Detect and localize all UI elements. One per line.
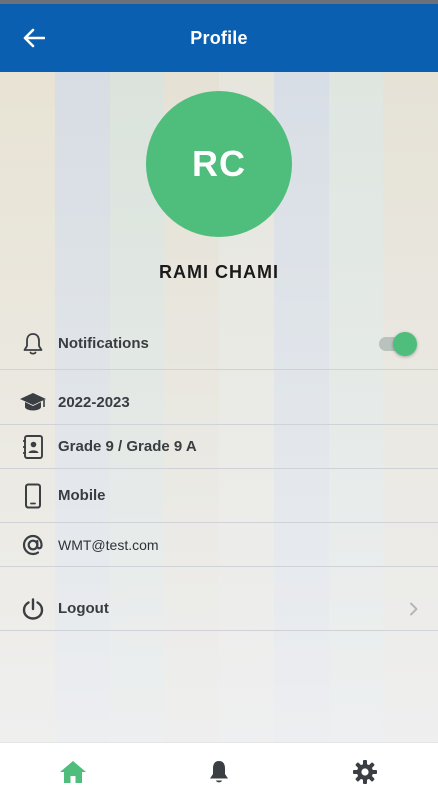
user-name: RAMI CHAMI (159, 262, 279, 282)
grade-row: Grade 9 / Grade 9 A (0, 425, 438, 469)
app-bar: Profile (0, 4, 438, 72)
notifications-row: Notifications (0, 318, 438, 370)
mobile-phone-icon (17, 480, 49, 512)
logout-row[interactable]: Logout (0, 587, 438, 631)
graduation-cap-icon (17, 386, 49, 418)
nav-notifications[interactable] (146, 743, 292, 800)
page-title: Profile (190, 27, 248, 48)
notifications-toggle[interactable] (377, 331, 417, 357)
notifications-label: Notifications (58, 335, 149, 352)
email-row: WMT@test.com (0, 523, 438, 567)
email-label: WMT@test.com (58, 536, 159, 553)
nav-settings[interactable] (292, 743, 438, 800)
nav-home[interactable] (0, 743, 146, 800)
at-sign-icon (17, 529, 49, 561)
mobile-row: Mobile (0, 469, 438, 523)
gear-icon (353, 759, 377, 784)
bell-outline-icon (17, 328, 49, 360)
mobile-label: Mobile (58, 487, 106, 504)
avatar: RC (146, 91, 292, 237)
academic-year-row: 2022-2023 (0, 380, 438, 425)
home-icon (60, 760, 86, 783)
back-button[interactable] (14, 21, 54, 55)
arrow-left-icon (23, 28, 45, 48)
contact-card-icon (17, 431, 49, 463)
grade-label: Grade 9 / Grade 9 A (58, 438, 197, 455)
power-icon (17, 593, 49, 625)
bell-icon (210, 760, 228, 782)
toggle-thumb (393, 331, 417, 356)
logout-label: Logout (58, 600, 109, 617)
bottom-navigation (0, 742, 438, 800)
chevron-right-icon (404, 599, 424, 619)
academic-year-label: 2022-2023 (58, 393, 130, 411)
